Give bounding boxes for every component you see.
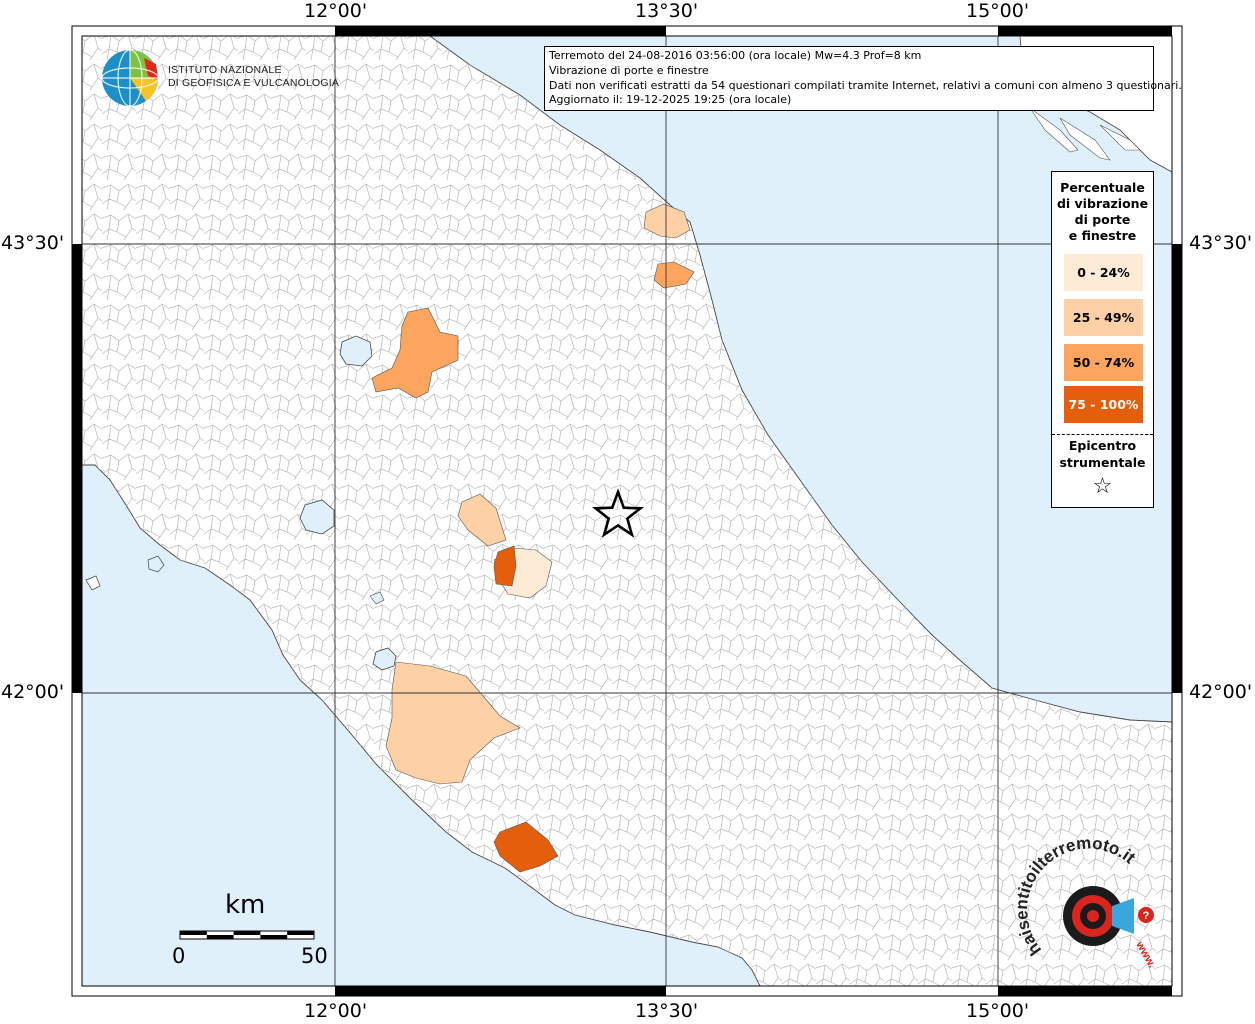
- scale-bar-unit: km: [225, 890, 266, 920]
- legend-epicenter-label: Epicentro strumentale: [1052, 437, 1153, 471]
- svg-text:?: ?: [1143, 910, 1150, 922]
- event-info-line-4: Aggiornato il: 19-12-2025 19:25 (ora loc…: [549, 93, 792, 107]
- legend-class-50-74: 50 - 74%: [1064, 344, 1143, 381]
- scale-bar-min-label: 0: [172, 944, 186, 968]
- intensity-map: ? haisentitoilterremoto.it www.: [71, 25, 1183, 997]
- lon-label-top-2: 13°30': [635, 0, 699, 22]
- legend-star-icon: ☆: [1092, 474, 1113, 499]
- ingv-logo: [101, 49, 159, 107]
- legend-title: Percentuale di vibrazione di porte e fin…: [1052, 180, 1153, 244]
- legend-class-0-24: 0 - 24%: [1064, 254, 1143, 291]
- lat-label-left-1: 43°30': [1, 232, 65, 254]
- legend-title-line-2: di vibrazione: [1056, 196, 1149, 211]
- legend-title-line-4: e finestre: [1068, 228, 1137, 243]
- lon-label-bottom-1: 12°00': [304, 1000, 368, 1022]
- event-info-line-3: Dati non verificati estratti da 54 quest…: [549, 78, 1182, 92]
- legend-title-line-1: Percentuale: [1060, 180, 1145, 195]
- lat-label-right-2: 42°00': [1189, 681, 1253, 703]
- event-info-box: Terremoto del 24-08-2016 03:56:00 (ora l…: [544, 46, 1182, 112]
- ingv-line-2: DI GEOFISICA E VULCANOLOGIA: [168, 77, 340, 89]
- lat-label-right-1: 43°30': [1189, 232, 1253, 254]
- event-info-line-1: Terremoto del 24-08-2016 03:56:00 (ora l…: [549, 49, 922, 62]
- legend: Percentuale di vibrazione di porte e fin…: [1051, 171, 1154, 508]
- lon-label-bottom-2: 13°30': [635, 1000, 699, 1022]
- event-info-line-2: Vibrazione di porte e finestre: [549, 63, 709, 77]
- ingv-line-1: ISTITUTO NAZIONALE: [168, 64, 282, 76]
- lon-label-top-1: 12°00': [304, 0, 368, 22]
- lon-label-bottom-3: 15°00': [966, 1000, 1030, 1022]
- lon-label-top-3: 15°00': [966, 0, 1030, 22]
- lat-label-left-2: 42°00': [1, 681, 65, 703]
- legend-epicenter-line-2: strumentale: [1059, 455, 1146, 470]
- legend-class-25-49: 25 - 49%: [1064, 299, 1143, 336]
- scale-bar-max-label: 50: [301, 944, 328, 968]
- legend-epicenter-line-1: Epicentro: [1068, 438, 1137, 453]
- ingv-logo-text: ISTITUTO NAZIONALE DI GEOFISICA E VULCAN…: [168, 64, 339, 90]
- legend-class-75-100: 75 - 100%: [1064, 386, 1143, 423]
- legend-divider: [1052, 434, 1153, 435]
- scale-bar: [179, 930, 315, 940]
- legend-title-line-3: di porte: [1074, 212, 1131, 227]
